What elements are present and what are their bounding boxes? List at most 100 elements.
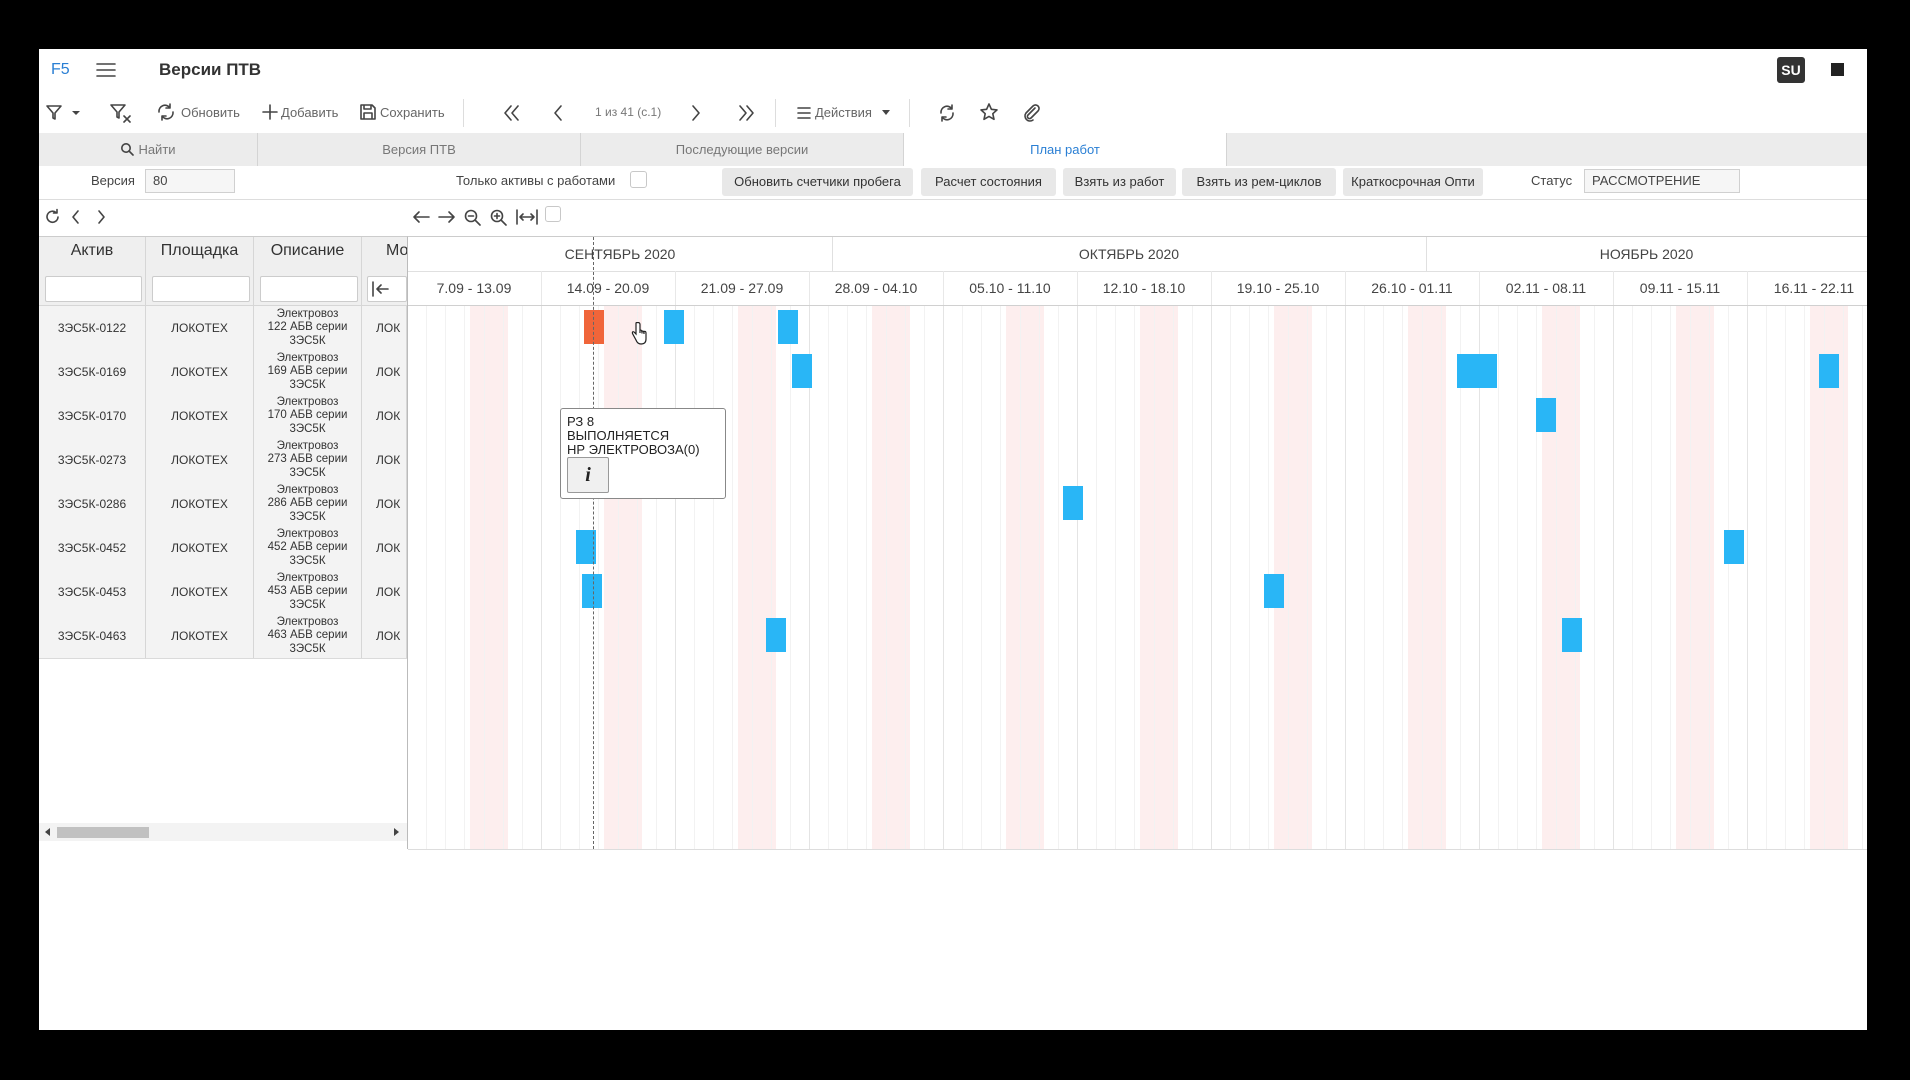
list-icon[interactable] <box>796 105 812 121</box>
only-assets-checkbox[interactable] <box>630 171 647 188</box>
site-cell: ЛОКОТЕХ <box>146 526 254 570</box>
gantt-bar[interactable] <box>1457 354 1497 388</box>
gantt-bar[interactable] <box>1264 574 1284 608</box>
scroll-right-icon[interactable] <box>437 209 457 225</box>
actions-menu-button[interactable]: Действия <box>815 105 872 120</box>
week-label: 14.09 - 20.09 <box>541 271 676 305</box>
grid-line <box>1039 305 1040 849</box>
refresh-icon[interactable] <box>156 103 176 121</box>
version-input[interactable]: 80 <box>145 169 235 193</box>
grid-line <box>1211 305 1212 849</box>
tab-work-plan[interactable]: План работ <box>904 133 1227 166</box>
gantt-bar[interactable] <box>664 310 684 344</box>
table-row[interactable]: 3ЭС5К-0170 ЛОКОТЕХ Электровоз 170 АБВ сери… <box>39 394 407 439</box>
previous-page-icon[interactable] <box>551 104 565 122</box>
grid-line <box>1422 305 1423 849</box>
grid-line <box>1613 305 1614 849</box>
grid-line <box>1651 305 1652 849</box>
attachment-icon[interactable] <box>1021 102 1041 122</box>
gantt-bar[interactable] <box>766 618 786 652</box>
tab-bar: Найти Версия ПТВ Последующие версии План… <box>39 133 1867 166</box>
week-label: 16.11 - 22.11 <box>1747 271 1867 305</box>
asset-cell: 3ЭС5К-0453 <box>39 570 146 614</box>
gantt-bar[interactable] <box>1562 618 1582 652</box>
gantt-bar[interactable] <box>778 310 798 344</box>
zoom-in-icon[interactable] <box>489 208 509 226</box>
collapse-columns-button[interactable] <box>367 276 407 302</box>
gantt-bar[interactable] <box>1819 354 1839 388</box>
gantt-bar[interactable] <box>1724 530 1744 564</box>
search-icon <box>121 143 135 156</box>
grid-line <box>1594 305 1595 849</box>
scroll-left-icon[interactable] <box>411 209 431 225</box>
table-row[interactable]: 3ЭС5К-0169 ЛОКОТЕХ Электровоз 169 АБВ сери… <box>39 350 407 395</box>
app-logo[interactable]: F5 <box>51 61 70 79</box>
gantt-bar[interactable] <box>582 574 602 608</box>
gantt-option-checkbox[interactable] <box>545 206 561 222</box>
update-mileage-button[interactable]: Обновить счетчики пробега <box>722 168 913 196</box>
gantt-bar[interactable] <box>1536 398 1556 432</box>
table-row[interactable]: 3ЭС5К-0463 ЛОКОТЕХ Электровоз 463 АБВ сери… <box>39 614 407 659</box>
gantt-bar[interactable] <box>1063 486 1083 520</box>
scroll-left-arrow-icon[interactable] <box>43 827 51 837</box>
table-row[interactable]: 3ЭС5К-0453 ЛОКОТЕХ Электровоз 453 АБВ сери… <box>39 570 407 615</box>
short-term-optimization-button[interactable]: Краткосрочная Опти <box>1343 168 1483 196</box>
hamburger-menu-icon[interactable] <box>95 61 117 79</box>
next-page-icon[interactable] <box>689 104 703 122</box>
description-cell: Электровоз 452 АБВ серии 3ЭС5К <box>254 526 362 570</box>
table-row[interactable]: 3ЭС5К-0122 ЛОКОТЕХ Электровоз 122 АБВ сери… <box>39 306 407 351</box>
asset-cell: 3ЭС5К-0170 <box>39 394 146 438</box>
save-icon[interactable] <box>359 103 377 121</box>
last-page-icon[interactable] <box>736 104 756 122</box>
table-row[interactable]: 3ЭС5К-0286 ЛОКОТЕХ Электровоз 286 АБВ сери… <box>39 482 407 527</box>
info-button[interactable]: i <box>567 457 609 493</box>
clear-filter-icon[interactable] <box>109 103 133 125</box>
app-header: F5 Версии ПТВ SU <box>39 49 1867 92</box>
add-button[interactable]: Добавить <box>281 105 338 120</box>
reload-icon[interactable] <box>44 208 62 226</box>
table-row[interactable]: 3ЭС5К-0452 ЛОКОТЕХ Электровоз 452 АБВ сери… <box>39 526 407 571</box>
description-filter-input[interactable] <box>260 276 358 302</box>
sync-icon[interactable] <box>937 103 957 123</box>
stop-icon[interactable] <box>1831 63 1844 76</box>
gantt-bar[interactable] <box>792 354 812 388</box>
plus-icon[interactable] <box>261 103 279 121</box>
caret-down-icon[interactable] <box>881 109 891 117</box>
column-header-asset[interactable]: Актив <box>39 237 146 306</box>
today-marker <box>593 237 594 849</box>
description-cell: Электровоз 463 АБВ серии 3ЭС5К <box>254 614 362 658</box>
tab-search[interactable]: Найти <box>39 133 258 166</box>
take-from-repair-cycles-button[interactable]: Взять из рем-циклов <box>1182 168 1336 196</box>
filter-dropdown-icon[interactable] <box>45 104 81 122</box>
scrollbar-thumb[interactable] <box>57 827 149 838</box>
description-cell: Электровоз 286 АБВ серии 3ЭС5К <box>254 482 362 526</box>
scroll-right-arrow-icon[interactable] <box>393 827 401 837</box>
model-cell: ЛОК <box>362 438 407 482</box>
take-from-works-button[interactable]: Взять из работ <box>1063 168 1176 196</box>
gantt-bar-active[interactable] <box>584 310 604 344</box>
horizontal-scrollbar[interactable] <box>39 823 407 841</box>
save-button[interactable]: Сохранить <box>380 105 445 120</box>
chevron-right-icon[interactable] <box>95 209 107 225</box>
star-icon[interactable] <box>979 102 999 122</box>
column-header-description[interactable]: Описание <box>254 237 362 306</box>
description-cell: Электровоз 170 АБВ серии 3ЭС5К <box>254 394 362 438</box>
site-cell: ЛОКОТЕХ <box>146 394 254 438</box>
chevron-left-icon[interactable] <box>70 209 82 225</box>
asset-filter-input[interactable] <box>45 276 142 302</box>
zoom-out-icon[interactable] <box>463 208 483 226</box>
table-row[interactable]: 3ЭС5К-0273 ЛОКОТЕХ Электровоз 273 АБВ сери… <box>39 438 407 483</box>
fit-to-width-icon[interactable] <box>515 208 539 226</box>
column-header-site[interactable]: Площадка <box>146 237 254 306</box>
column-header-model[interactable]: Мо <box>362 237 407 306</box>
calc-state-button[interactable]: Расчет состояния <box>921 168 1056 196</box>
gantt-weeks-header: 7.09 - 13.09 14.09 - 20.09 21.09 - 27.09 28… <box>408 271 1867 306</box>
brand-badge-icon[interactable]: SU <box>1777 57 1805 83</box>
model-cell: ЛОК <box>362 350 407 394</box>
first-page-icon[interactable] <box>502 104 522 122</box>
site-filter-input[interactable] <box>152 276 250 302</box>
model-cell: ЛОК <box>362 526 407 570</box>
tab-subsequent-versions[interactable]: Последующие версии <box>581 133 904 166</box>
tab-ptv-version[interactable]: Версия ПТВ <box>258 133 581 166</box>
refresh-button[interactable]: Обновить <box>181 105 240 120</box>
